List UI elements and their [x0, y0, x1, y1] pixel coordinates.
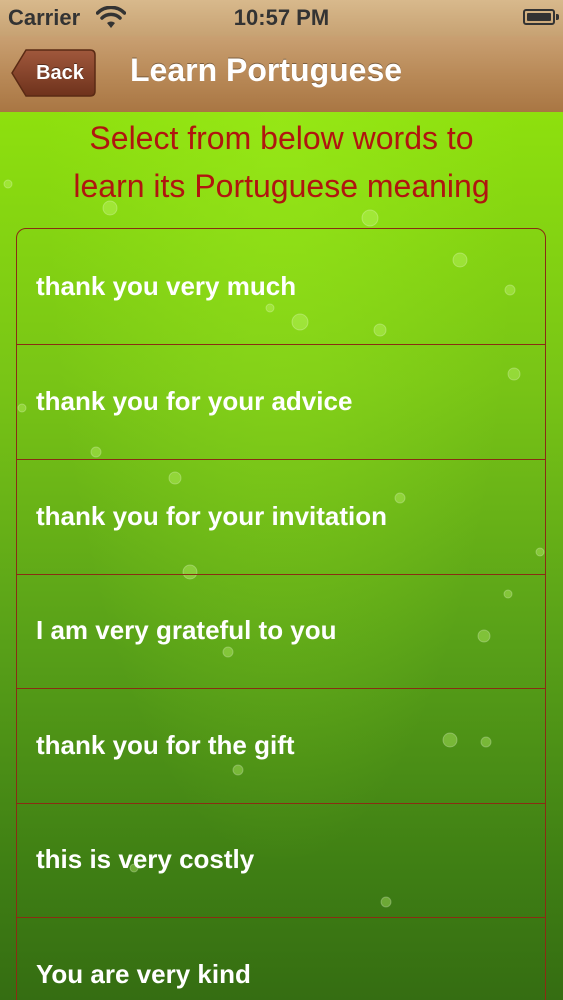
list-item-label: thank you for your advice [36, 386, 353, 416]
instructions-text: Select from below words to learn its Por… [0, 114, 563, 210]
list-item-label: thank you very much [36, 271, 297, 301]
list-item-label: this is very costly [36, 844, 255, 874]
page-title: Learn Portuguese [130, 52, 403, 88]
navigation-bar: Back Learn Portuguese [0, 36, 563, 113]
list-item-label: I am very grateful to you [36, 615, 337, 645]
list-item[interactable]: thank you for your invitation [17, 459, 545, 575]
list-item[interactable]: I am very grateful to you [17, 573, 545, 689]
list-item[interactable]: You are very kind [17, 917, 545, 1000]
list-item[interactable]: thank you for the gift [17, 688, 545, 804]
status-bar: Carrier 10:57 PM [0, 0, 563, 36]
clock-time: 10:57 PM [233, 5, 330, 30]
instructions-line-1: Select from below words to [89, 120, 474, 156]
list-item[interactable]: thank you very much [17, 229, 545, 345]
battery-icon [523, 9, 559, 25]
screen: Carrier 10:57 PM Back Learn Portuguese S… [0, 0, 563, 1000]
list-item-label: thank you for your invitation [36, 501, 388, 531]
list-item[interactable]: thank you for your advice [17, 344, 545, 460]
back-button-label: Back [36, 62, 84, 84]
main-content: Select from below words to learn its Por… [0, 112, 563, 1000]
back-button[interactable]: Back [10, 48, 96, 98]
word-list: thank you very much thank you for your a… [16, 228, 546, 1000]
instructions-line-2: learn its Portuguese meaning [73, 168, 490, 204]
list-item[interactable]: this is very costly [17, 802, 545, 918]
list-item-label: thank you for the gift [36, 730, 295, 760]
list-item-label: You are very kind [36, 959, 251, 989]
